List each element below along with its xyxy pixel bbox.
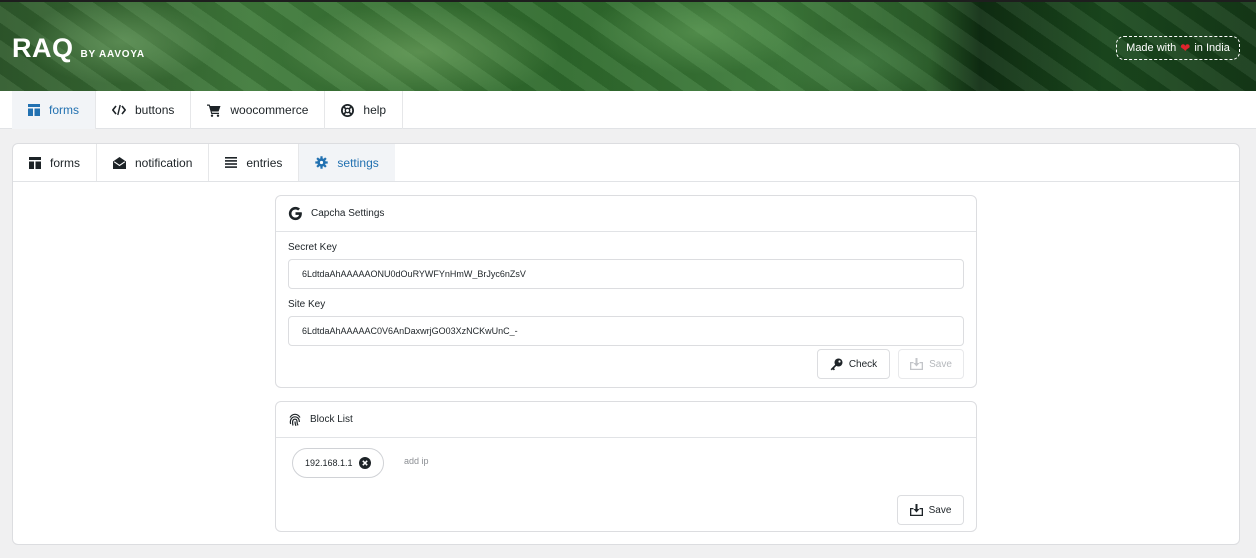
top-tab-woocommerce[interactable]: woocommerce [191,91,326,129]
layout-icon [28,104,40,116]
code-icon [112,104,126,116]
captcha-save-label: Save [929,358,952,370]
layout-icon [29,156,41,169]
sub-tab-label: forms [50,155,80,170]
sub-tab-settings[interactable]: settings [299,144,395,181]
list-icon [225,157,238,168]
sub-tab-label: entries [246,155,283,170]
top-tab-forms[interactable]: forms [12,91,96,129]
top-tab-label: buttons [135,103,175,117]
sub-tab-label: notification [135,155,193,170]
sub-tab-notification[interactable]: notification [97,144,210,181]
envelope-open-icon [113,156,126,169]
blocklist-save-label: Save [928,504,952,516]
add-ip-input[interactable]: add ip [404,456,429,466]
top-tab-buttons[interactable]: buttons [96,91,192,129]
panel-title: Capcha Settings [311,208,385,219]
google-icon [288,206,302,221]
brand-byline: BY AAVOYA [80,49,145,60]
sub-tab-entries[interactable]: entries [209,144,300,181]
sub-tab-label: settings [337,155,379,170]
cart-icon [207,104,221,117]
download-icon [909,504,923,516]
ip-chip: 192.168.1.1 [292,448,384,478]
panel-header: Block List [276,402,976,438]
top-tab-label: help [363,103,387,117]
captcha-settings-panel: Capcha Settings Secret Key Site Key Chec… [275,195,977,388]
site-key-label: Site Key [288,299,326,310]
top-tab-label: forms [49,103,79,117]
sub-nav: forms notification entries settings [13,144,1239,182]
ip-chip-label: 192.168.1.1 [305,458,353,468]
secret-key-label: Secret Key [288,242,337,253]
panel-header: Capcha Settings [276,196,976,232]
captcha-save-button[interactable]: Save [898,349,964,379]
secret-key-input[interactable] [288,259,964,289]
panel-title: Block List [310,414,353,425]
made-with-suffix: in India [1194,42,1230,54]
block-list-panel: Block List 192.168.1.1 add ip Save [275,401,977,532]
sub-tab-forms[interactable]: forms [13,144,97,181]
made-with-badge: Made with ❤ in India [1116,36,1240,60]
brand-name: RAQ [12,33,74,63]
brand-logo: RAQ BY AAVOYA [12,33,145,64]
heart-icon: ❤ [1180,41,1191,55]
top-tab-help[interactable]: help [325,91,404,129]
check-button-label: Check [848,358,878,370]
download-icon [910,358,924,370]
check-button[interactable]: Check [817,349,890,379]
header-banner: RAQ BY AAVOYA Made with ❤ in India [0,0,1256,91]
gear-icon [315,156,329,169]
top-nav: forms buttons woocommerce help [0,91,1256,129]
key-icon [830,358,843,370]
help-icon [341,103,355,117]
blocklist-save-button[interactable]: Save [897,495,964,525]
site-key-input[interactable] [288,316,964,346]
made-with-prefix: Made with [1126,42,1177,54]
remove-icon[interactable] [358,457,371,469]
fingerprint-icon [289,413,301,426]
top-tab-label: woocommerce [230,103,309,117]
settings-card: forms notification entries settings Capc… [12,143,1240,545]
